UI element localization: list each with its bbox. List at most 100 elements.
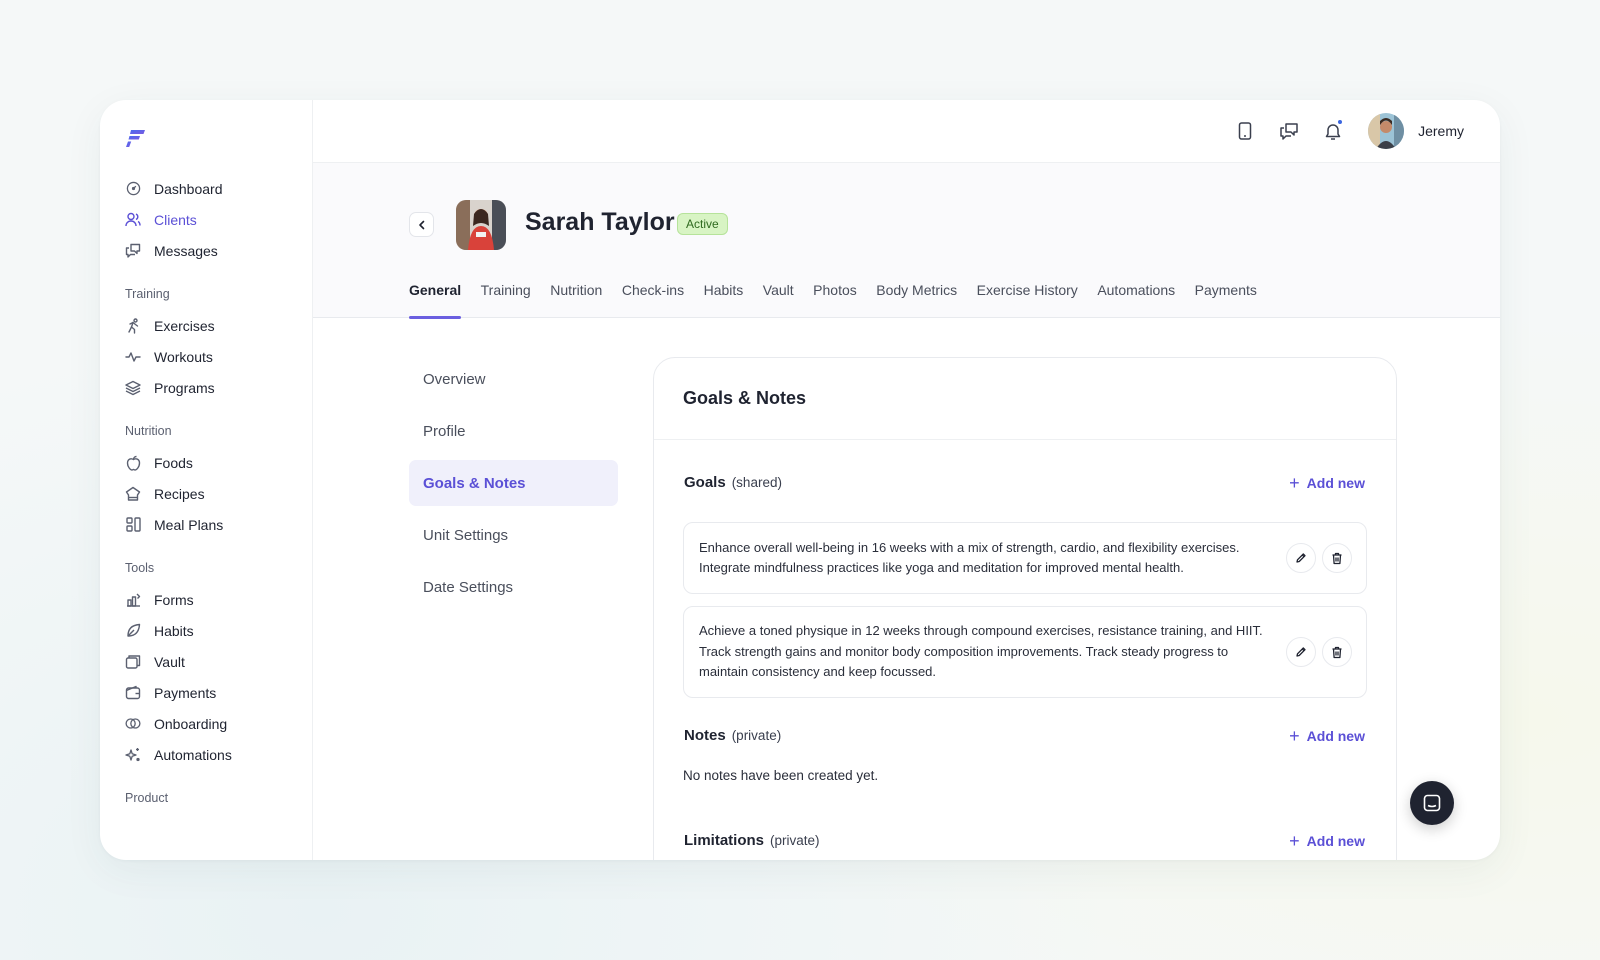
- user-avatar[interactable]: [1368, 113, 1405, 149]
- top-bar: Jeremy: [313, 100, 1500, 163]
- tab-check-ins[interactable]: Check-ins: [622, 280, 684, 318]
- tab-vault[interactable]: Vault: [763, 280, 794, 318]
- sidebar-item-recipes[interactable]: Recipes: [125, 478, 312, 509]
- brand-logo[interactable]: [125, 127, 151, 153]
- sidebar-item-onboarding[interactable]: Onboarding: [125, 708, 312, 739]
- notes-empty-text: No notes have been created yet.: [683, 768, 879, 783]
- trash-icon: [1332, 552, 1342, 564]
- add-goal-button[interactable]: + Add new: [1289, 474, 1365, 492]
- sidebar-item-label: Habits: [154, 622, 194, 639]
- edit-goal-button[interactable]: [1286, 543, 1316, 573]
- bell-icon[interactable]: [1322, 119, 1344, 142]
- edit-goal-button[interactable]: [1286, 637, 1316, 667]
- apple-icon: [125, 455, 141, 471]
- sidebar-group-product: Product: [125, 791, 169, 805]
- tab-nutrition[interactable]: Nutrition: [550, 280, 602, 318]
- sidebar-item-label: Forms: [154, 591, 194, 608]
- notes-section-header: Notes (private) + Add new: [654, 721, 1396, 751]
- sidebar-item-messages[interactable]: Messages: [125, 235, 312, 266]
- sparkle-icon: [125, 747, 141, 763]
- sidebar-item-habits[interactable]: Habits: [125, 615, 312, 646]
- limitations-section-header: Limitations (private) + Add new: [654, 826, 1396, 856]
- subnav-overview[interactable]: Overview: [409, 356, 618, 402]
- sidebar-item-dashboard[interactable]: Dashboard: [125, 173, 312, 204]
- add-goal-label: Add new: [1306, 475, 1365, 491]
- tab-habits[interactable]: Habits: [704, 280, 744, 318]
- plus-icon: +: [1289, 831, 1300, 851]
- subnav-date-settings[interactable]: Date Settings: [409, 564, 618, 610]
- client-header: Sarah Taylor Active General Training Nutri…: [313, 163, 1500, 319]
- tab-automations[interactable]: Automations: [1097, 280, 1175, 318]
- subnav-profile[interactable]: Profile: [409, 408, 618, 454]
- client-photo: [456, 200, 506, 250]
- content-area: Overview Profile Goals & Notes Unit Setting…: [313, 318, 1500, 860]
- tab-body-metrics[interactable]: Body Metrics: [876, 280, 957, 318]
- forms-icon: [125, 592, 141, 608]
- chat-bubble-icon: [1423, 794, 1441, 812]
- tab-training[interactable]: Training: [481, 280, 531, 318]
- sidebar: Dashboard Clients Messages Training Exercis…: [100, 100, 313, 860]
- mobile-icon[interactable]: [1234, 120, 1256, 142]
- sidebar-item-label: Foods: [154, 454, 193, 471]
- add-limitation-button[interactable]: + Add new: [1289, 832, 1365, 850]
- sidebar-item-programs[interactable]: Programs: [125, 372, 312, 403]
- support-chat-button[interactable]: [1410, 781, 1454, 825]
- delete-goal-button[interactable]: [1322, 637, 1352, 667]
- sidebar-item-foods[interactable]: Foods: [125, 447, 312, 478]
- subnav-goals-notes[interactable]: Goals & Notes: [409, 460, 618, 506]
- onboarding-icon: [125, 716, 141, 732]
- limitations-title: Limitations: [684, 832, 765, 849]
- add-note-label: Add new: [1306, 728, 1365, 744]
- plus-icon: +: [1289, 473, 1300, 493]
- plus-icon: +: [1289, 726, 1300, 746]
- sidebar-item-label: Vault: [154, 653, 185, 670]
- notes-title: Notes: [684, 727, 726, 744]
- dashboard-icon: [125, 181, 141, 197]
- sidebar-item-label: Automations: [154, 746, 232, 763]
- delete-goal-button[interactable]: [1322, 543, 1352, 573]
- sidebar-item-vault[interactable]: Vault: [125, 646, 312, 677]
- add-note-button[interactable]: + Add new: [1289, 727, 1365, 745]
- sidebar-item-clients[interactable]: Clients: [125, 204, 312, 235]
- client-name: Sarah Taylor: [525, 208, 675, 236]
- goals-sub: (shared): [731, 475, 782, 490]
- sidebar-item-payments[interactable]: Payments: [125, 677, 312, 708]
- sidebar-item-automations[interactable]: Automations: [125, 739, 312, 770]
- meal-plan-icon: [125, 517, 141, 533]
- tab-general[interactable]: General: [409, 280, 462, 319]
- app-window: Dashboard Clients Messages Training Exercis…: [100, 100, 1500, 860]
- layers-icon: [125, 380, 141, 396]
- sidebar-item-label: Exercises: [154, 317, 215, 334]
- goal-text: Enhance overall well-being in 16 weeks w…: [699, 539, 1240, 576]
- leaf-icon: [125, 623, 141, 639]
- sidebar-group-nutrition: Nutrition: [125, 424, 172, 438]
- sidebar-item-label: Programs: [154, 379, 215, 396]
- tab-exercise-history[interactable]: Exercise History: [977, 280, 1078, 318]
- sidebar-item-workouts[interactable]: Workouts: [125, 341, 312, 372]
- sidebar-item-label: Recipes: [154, 485, 205, 502]
- goal-text: Achieve a toned physique in 12 weeks thr…: [699, 623, 1263, 680]
- pencil-icon: [1296, 647, 1306, 657]
- client-tabs: General Training Nutrition Check-ins Habits V…: [409, 280, 1276, 319]
- activity-icon: [125, 349, 141, 365]
- chat-icon[interactable]: [1278, 120, 1300, 142]
- running-icon: [125, 317, 141, 334]
- sidebar-item-label: Clients: [154, 211, 197, 228]
- notification-dot: [1337, 119, 1344, 125]
- status-badge: Active: [677, 213, 728, 235]
- goals-notes-card: Goals & Notes Goals (shared) + Add new En…: [653, 357, 1397, 860]
- tab-payments[interactable]: Payments: [1195, 280, 1257, 318]
- back-button[interactable]: [409, 212, 434, 237]
- chevron-left-icon: [418, 220, 424, 229]
- goal-item: Achieve a toned physique in 12 weeks thr…: [683, 606, 1367, 698]
- sidebar-item-label: Payments: [154, 684, 217, 701]
- subnav-unit-settings[interactable]: Unit Settings: [409, 512, 618, 558]
- user-name[interactable]: Jeremy: [1418, 123, 1464, 139]
- sidebar-item-meal-plans[interactable]: Meal Plans: [125, 509, 312, 540]
- sidebar-item-exercises[interactable]: Exercises: [125, 310, 312, 341]
- pencil-icon: [1296, 553, 1306, 563]
- sidebar-item-forms[interactable]: Forms: [125, 584, 312, 615]
- tab-photos[interactable]: Photos: [813, 280, 857, 318]
- main-area: Jeremy Sarah Taylor Active General Traini…: [313, 100, 1500, 860]
- sidebar-item-label: Meal Plans: [154, 516, 224, 533]
